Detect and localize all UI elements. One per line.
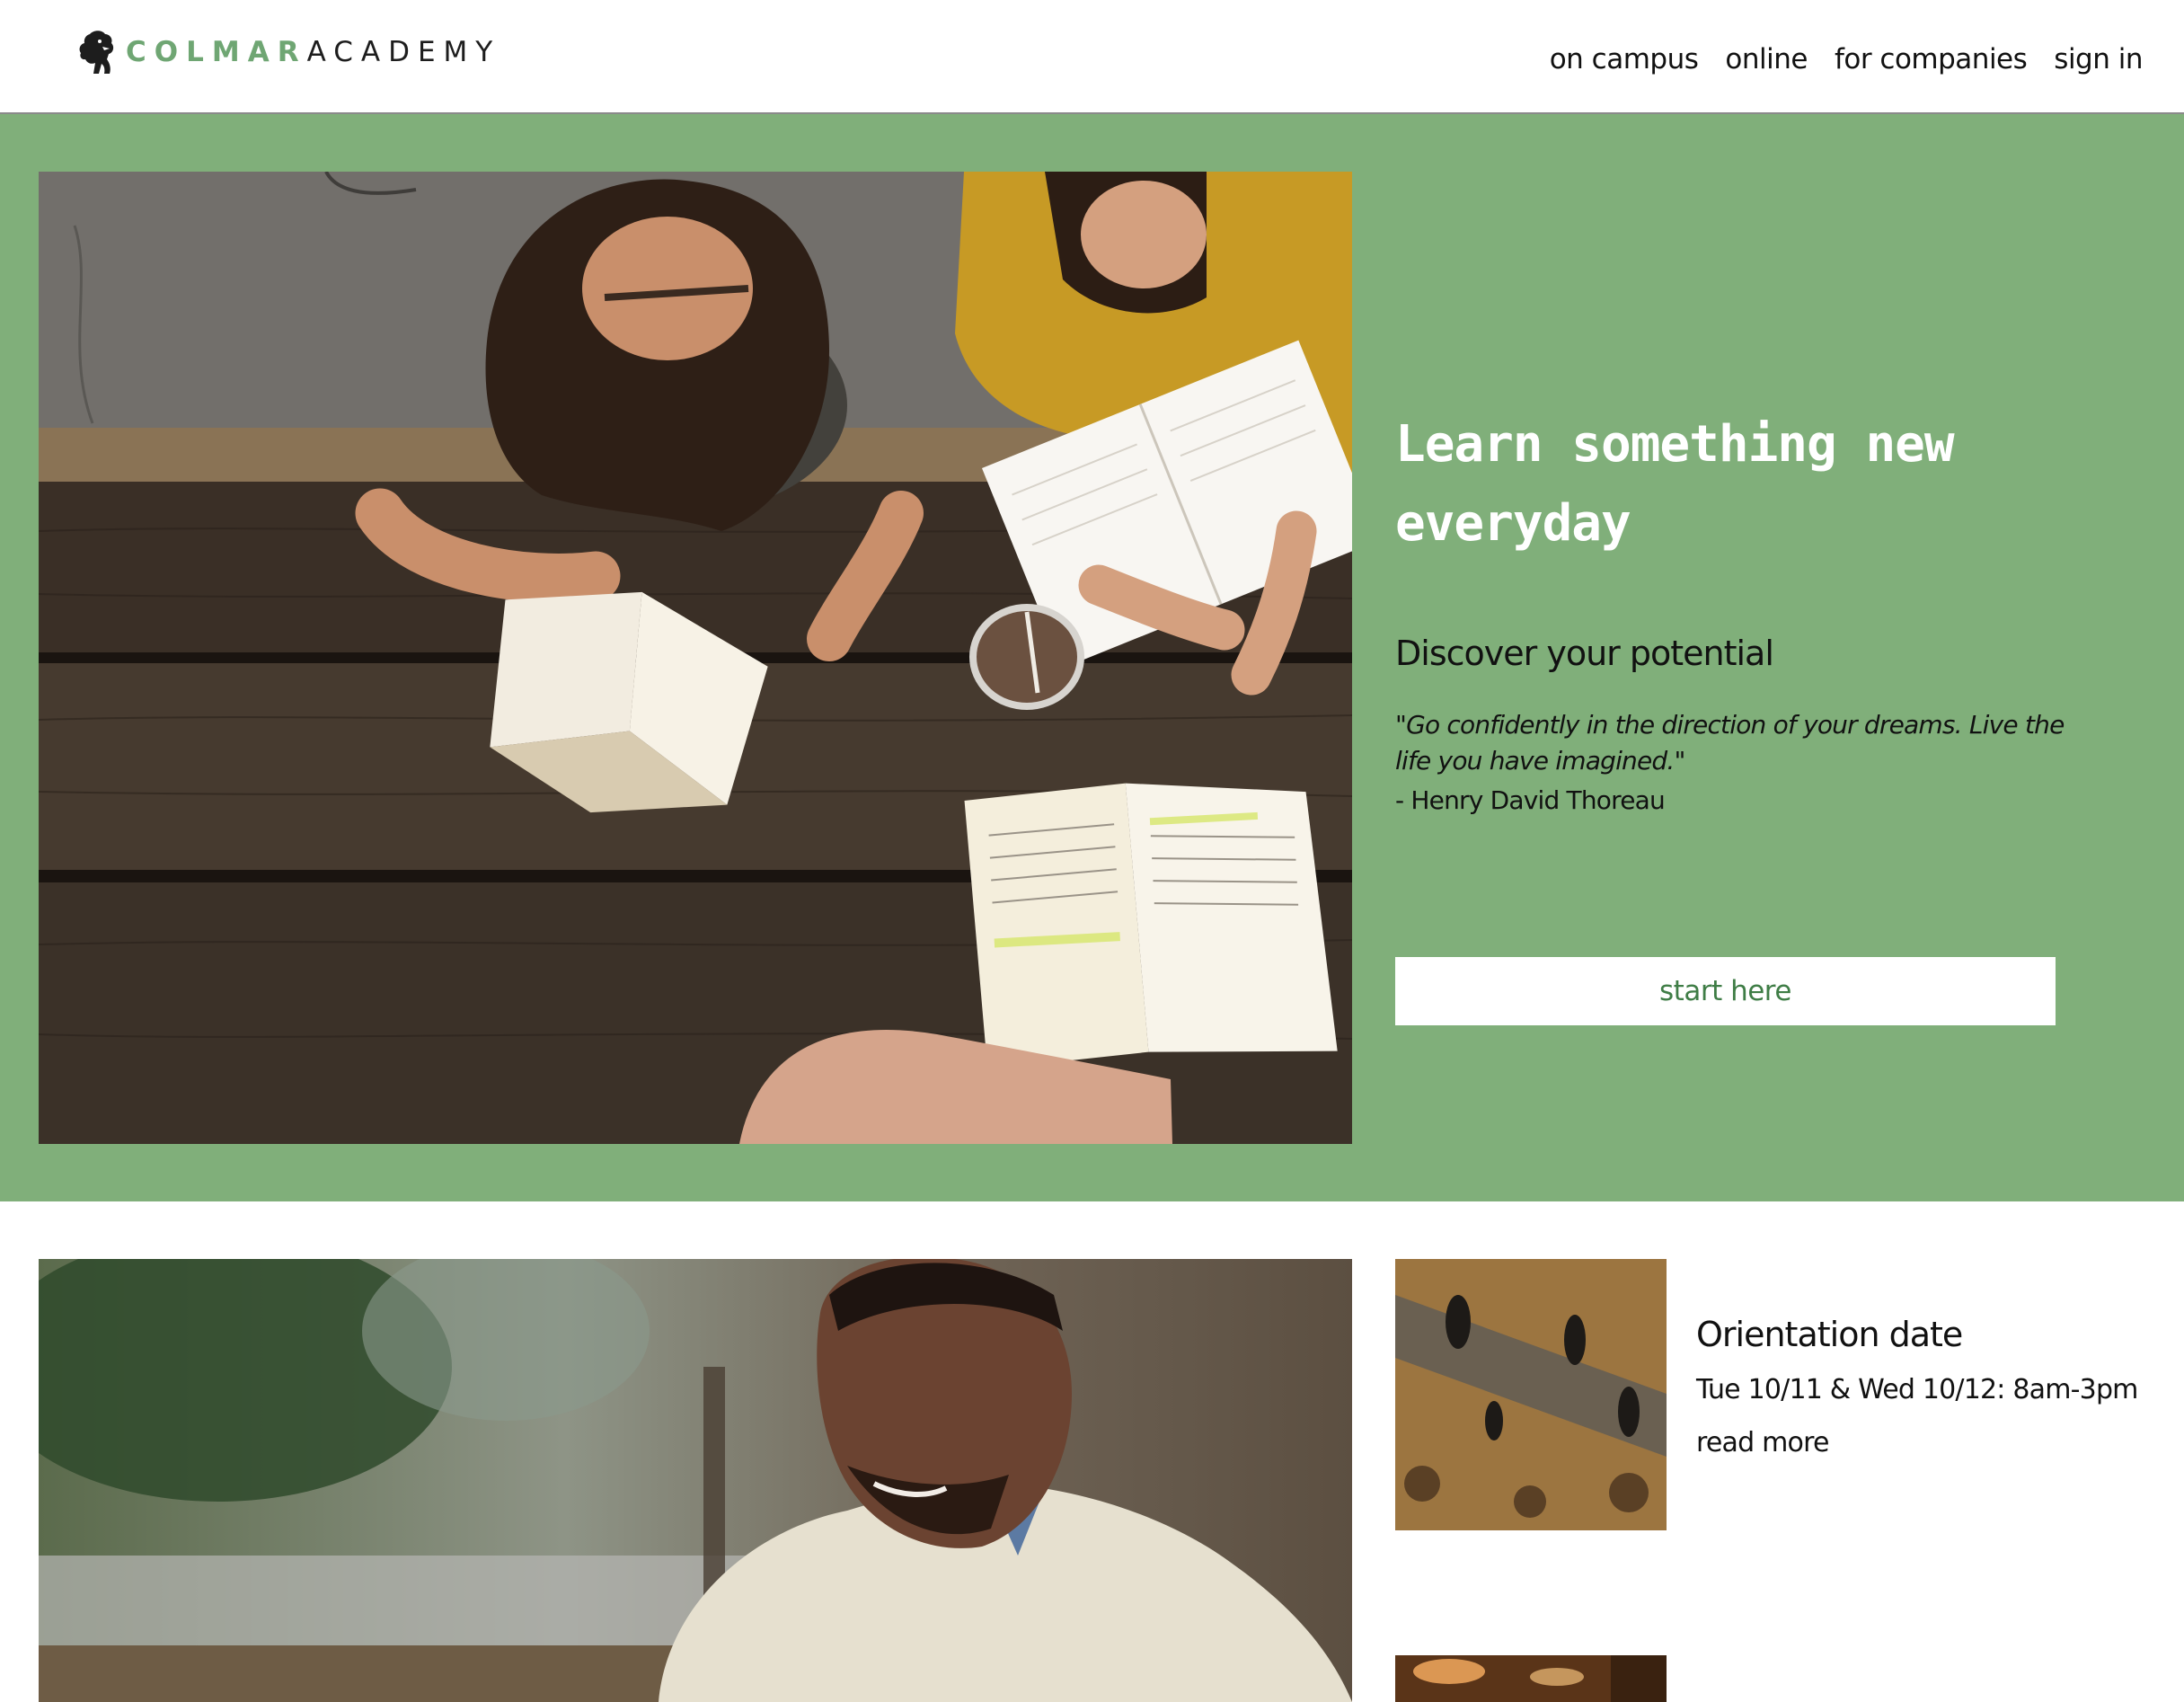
nav-for-companies[interactable]: for companies bbox=[1835, 43, 2028, 75]
interior-photo bbox=[1395, 1655, 1667, 1702]
hero-copy: Learn something new everyday Discover you… bbox=[1395, 405, 2078, 1025]
hero-quote-author: - Henry David Thoreau bbox=[1395, 785, 1666, 815]
hero-subtitle: Discover your potential bbox=[1395, 634, 1774, 673]
hero-quote: "Go confidently in the direction of your… bbox=[1395, 710, 2065, 776]
hero-title: Learn something new everyday bbox=[1395, 405, 2078, 563]
lion-icon bbox=[79, 31, 114, 74]
event-thumbnail-2[interactable] bbox=[1395, 1655, 1667, 1702]
brand-logo[interactable]: COLMARACADEMY bbox=[77, 29, 500, 75]
students-reading-photo bbox=[39, 172, 1352, 1144]
site-header: COLMARACADEMY on campus online for compa… bbox=[0, 0, 2184, 114]
nav-on-campus[interactable]: on campus bbox=[1550, 43, 1699, 75]
events-section: Orientation date Tue 10/11 & Wed 10/12: … bbox=[0, 1201, 2184, 1702]
nav-online[interactable]: online bbox=[1725, 43, 1808, 75]
event-item: Orientation date Tue 10/11 & Wed 10/12: … bbox=[1696, 1315, 2138, 1458]
event-date: Tue 10/11 & Wed 10/12: 8am-3pm bbox=[1696, 1374, 2138, 1405]
read-more-link[interactable]: read more bbox=[1696, 1427, 1829, 1458]
smiling-student-photo bbox=[39, 1259, 1352, 1702]
hero-section: Learn something new everyday Discover you… bbox=[0, 114, 2184, 1201]
main-nav: on campus online for companies sign in bbox=[1550, 43, 2144, 75]
brand-name-colmar: COLMAR bbox=[126, 35, 307, 68]
hero-image bbox=[39, 172, 1352, 1144]
student-photo bbox=[39, 1259, 1352, 1702]
hero-title-line1: Learn something new bbox=[1395, 415, 1955, 474]
start-here-button[interactable]: start here bbox=[1395, 957, 2056, 1025]
brand-name-academy: ACADEMY bbox=[306, 35, 501, 68]
aerial-walkers-photo bbox=[1395, 1259, 1667, 1530]
nav-sign-in[interactable]: sign in bbox=[2054, 43, 2143, 75]
event-thumbnail[interactable] bbox=[1395, 1259, 1667, 1530]
hero-title-line2: everyday bbox=[1395, 494, 1631, 553]
brand-name: COLMARACADEMY bbox=[126, 35, 501, 68]
event-title: Orientation date bbox=[1696, 1315, 1963, 1354]
